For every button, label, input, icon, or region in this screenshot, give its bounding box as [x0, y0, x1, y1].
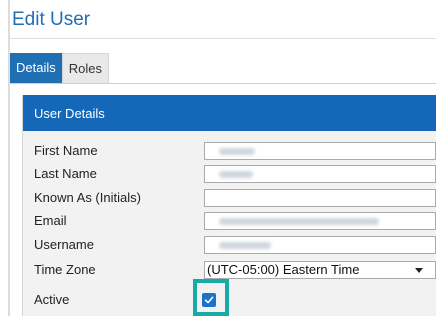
- username-field[interactable]: [204, 236, 436, 254]
- last-name-field[interactable]: [204, 165, 436, 183]
- tab-roles[interactable]: Roles: [61, 53, 109, 83]
- known-as-row: Known As (Initials): [23, 188, 436, 208]
- time-zone-label: Time Zone: [34, 262, 96, 277]
- edit-user-dialog: Edit User Details Roles User Details Fir…: [0, 0, 436, 316]
- known-as-label: Known As (Initials): [34, 190, 141, 205]
- redacted-value: [219, 242, 271, 249]
- redacted-value: [219, 218, 379, 225]
- first-name-row: First Name: [23, 141, 436, 161]
- time-zone-select[interactable]: (UTC-05:00) Eastern Time: [204, 261, 436, 279]
- tab-details[interactable]: Details: [10, 53, 62, 83]
- panel-title: User Details: [34, 106, 105, 121]
- checkmark-icon: [204, 296, 214, 304]
- first-name-field[interactable]: [204, 142, 436, 160]
- email-row: Email: [23, 211, 436, 231]
- active-checkbox[interactable]: [202, 293, 216, 307]
- user-details-panel: User Details First Name Last Name Known …: [22, 95, 436, 316]
- page-title: Edit User: [12, 9, 91, 30]
- tab-bar: Details Roles: [10, 53, 109, 83]
- active-label: Active: [34, 292, 70, 307]
- username-label: Username: [34, 237, 94, 252]
- time-zone-value: (UTC-05:00) Eastern Time: [207, 262, 360, 277]
- first-name-label: First Name: [34, 143, 98, 158]
- chevron-down-icon: [415, 268, 423, 273]
- redacted-value: [219, 148, 255, 155]
- left-border: [8, 0, 10, 316]
- username-row: Username: [23, 235, 436, 255]
- redacted-value: [219, 171, 253, 178]
- active-row: Active: [23, 290, 436, 310]
- email-label: Email: [34, 213, 67, 228]
- last-name-row: Last Name: [23, 164, 436, 184]
- time-zone-row: Time Zone (UTC-05:00) Eastern Time: [23, 260, 436, 280]
- panel-header: User Details: [23, 95, 436, 131]
- title-divider: [10, 38, 436, 39]
- email-field[interactable]: [204, 212, 436, 230]
- known-as-field[interactable]: [204, 189, 436, 207]
- last-name-label: Last Name: [34, 166, 97, 181]
- tab-divider: [10, 83, 436, 84]
